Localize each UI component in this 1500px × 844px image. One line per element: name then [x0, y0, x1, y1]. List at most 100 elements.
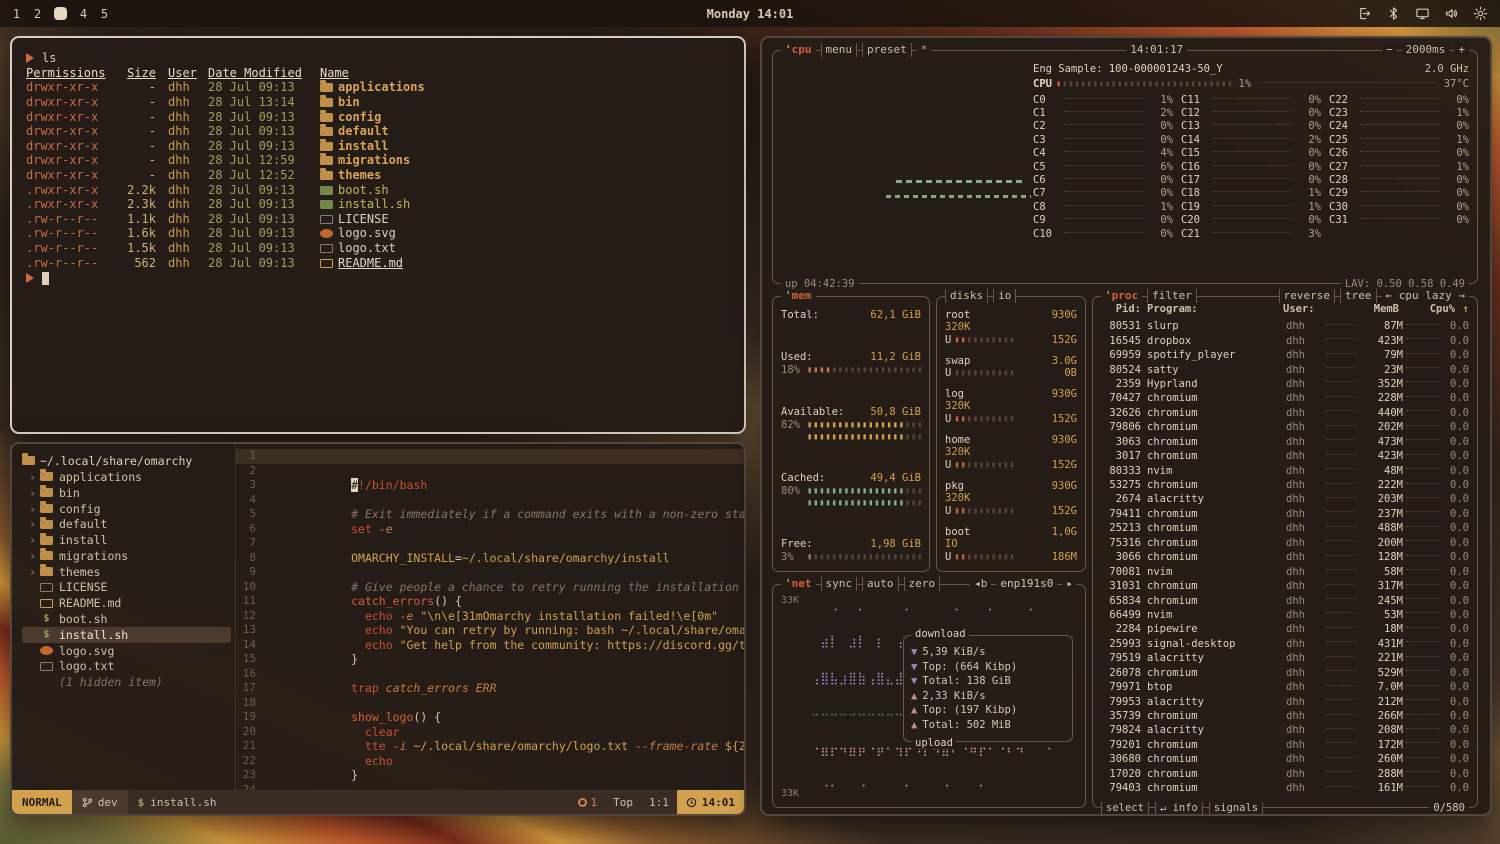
core-meter: C24 0% — [1329, 120, 1469, 133]
tree-item[interactable]: › themes — [22, 564, 231, 580]
process-row[interactable]: 66499 nvim dhh 53M 0.0 — [1101, 608, 1469, 622]
program-column-header[interactable]: Program: — [1147, 303, 1283, 315]
disks-tab[interactable]: disks — [945, 289, 988, 303]
tree-item[interactable]: (1 hidden item) — [22, 674, 231, 690]
process-row[interactable]: 2284 pipewire dhh 18M 0.0 — [1101, 622, 1469, 636]
proc-panel-title[interactable]: 'proc — [1101, 289, 1142, 303]
net-tab[interactable]: auto — [862, 577, 899, 591]
process-row[interactable]: 2674 alacritty dhh 203M 0.0 — [1101, 492, 1469, 506]
process-row[interactable]: 80333 nvim dhh 48M 0.0 — [1101, 463, 1469, 477]
process-user: dhh — [1286, 436, 1326, 448]
volume-icon[interactable] — [1444, 6, 1459, 21]
process-row[interactable]: 65834 chromium dhh 245M 0.0 — [1101, 593, 1469, 607]
process-row[interactable]: 79403 chromium dhh 161M 0.0 — [1101, 781, 1469, 795]
network-icon[interactable] — [1415, 6, 1430, 21]
tree-item[interactable]: README.md — [22, 595, 231, 611]
process-row[interactable]: 3017 chromium dhh 423M 0.0 — [1101, 449, 1469, 463]
prompt-line[interactable] — [26, 270, 730, 286]
reverse-button[interactable]: reverse — [1279, 289, 1335, 303]
process-row[interactable]: 79953 alacritty dhh 212M 0.0 — [1101, 694, 1469, 708]
process-row[interactable]: 31031 chromium dhh 317M 0.0 — [1101, 579, 1469, 593]
cpu-history-meter — [1406, 526, 1440, 527]
code-editor[interactable]: 1 #!/bin/bash 2 3 — [236, 444, 744, 790]
mem-column-header[interactable]: MemB — [1323, 303, 1399, 315]
code-line: 9 catch_errors() { — [236, 565, 744, 580]
workspace-button[interactable]: 1 — [12, 7, 21, 21]
core-percent: 0% — [1443, 94, 1469, 106]
process-row[interactable]: 17020 chromium dhh 288M 0.0 — [1101, 767, 1469, 781]
tree-item[interactable]: $ boot.sh — [22, 611, 231, 627]
process-row[interactable]: 70081 nvim dhh 58M 0.0 — [1101, 564, 1469, 578]
tree-item[interactable]: › install — [22, 532, 231, 548]
menu-button[interactable]: menu — [821, 43, 858, 57]
tree-item[interactable]: › config — [22, 501, 231, 517]
select-button[interactable]: select — [1101, 802, 1149, 814]
pid-column-header[interactable]: Pid: — [1101, 303, 1147, 315]
tree-item[interactable]: logo.txt — [22, 659, 231, 675]
user-column-header[interactable]: User: — [1283, 303, 1323, 315]
workspace-button[interactable] — [54, 7, 67, 20]
process-row[interactable]: 79519 alacritty dhh 221M 0.0 — [1101, 651, 1469, 665]
file-owner: dhh — [168, 212, 208, 227]
process-row[interactable]: 25993 signal-desktop dhh 431M 0.0 — [1101, 637, 1469, 651]
tree-item[interactable]: › default — [22, 516, 231, 532]
tree-item[interactable]: › migrations — [22, 548, 231, 564]
tree-item[interactable]: logo.svg — [22, 643, 231, 659]
info-button[interactable]: ↵ info — [1155, 802, 1203, 814]
cpu-history-meter — [1406, 656, 1440, 657]
cpu-column-header[interactable]: Cpu% — [1399, 303, 1455, 315]
process-row[interactable]: 79971 btop dhh 7.0M 0.0 — [1101, 680, 1469, 694]
settings-icon[interactable] — [1473, 6, 1488, 21]
tree-item[interactable]: LICENSE — [22, 580, 231, 596]
process-row[interactable]: 79411 chromium dhh 237M 0.0 — [1101, 507, 1469, 521]
net-tab[interactable]: zero — [904, 577, 941, 591]
process-row[interactable]: 70427 chromium dhh 228M 0.0 — [1101, 391, 1469, 405]
tree-root[interactable]: ~/.local/share/omarchy — [22, 452, 231, 469]
tree-item[interactable]: › bin — [22, 485, 231, 501]
process-mem: 423M — [1359, 335, 1403, 347]
next-interface-button[interactable]: ▸ — [1062, 577, 1077, 591]
workspace-button[interactable]: 4 — [79, 7, 88, 21]
process-row[interactable]: 75316 chromium dhh 200M 0.0 — [1101, 536, 1469, 550]
interval-increase-button[interactable]: + — [1454, 43, 1469, 57]
process-row[interactable]: 32626 chromium dhh 440M 0.0 — [1101, 406, 1469, 420]
signals-button[interactable]: signals — [1209, 802, 1263, 814]
process-row[interactable]: 25213 chromium dhh 488M 0.0 — [1101, 521, 1469, 535]
process-row[interactable]: 69959 spotify_player dhh 79M 0.0 — [1101, 348, 1469, 362]
process-row[interactable]: 79806 chromium dhh 202M 0.0 — [1101, 420, 1469, 434]
net-panel-title[interactable]: 'net — [781, 577, 816, 591]
tree-item[interactable]: › applications — [22, 469, 231, 485]
process-name: chromium — [1147, 421, 1286, 433]
workspace-button[interactable]: 5 — [100, 7, 109, 21]
prev-interface-button[interactable]: ◂b — [970, 577, 991, 591]
process-row[interactable]: 2359 Hyprland dhh 352M 0.0 — [1101, 377, 1469, 391]
process-row[interactable]: 80524 satty dhh 23M 0.0 — [1101, 362, 1469, 376]
process-row[interactable]: 80531 slurp dhh 87M 0.0 — [1101, 319, 1469, 333]
preset-button[interactable]: preset — [862, 43, 912, 57]
process-row[interactable]: 26078 chromium dhh 529M 0.0 — [1101, 666, 1469, 680]
workspace-button[interactable]: 2 — [33, 7, 42, 21]
process-row[interactable]: 79824 alacritty dhh 208M 0.0 — [1101, 723, 1469, 737]
neovim-window: ~/.local/share/omarchy › applications › … — [10, 442, 746, 816]
net-tab[interactable]: sync — [821, 577, 858, 591]
cpu-panel-title[interactable]: 'cpu — [781, 43, 816, 57]
tree-item[interactable]: $ install.sh — [22, 627, 231, 643]
process-row[interactable]: 79201 chromium dhh 172M 0.0 — [1101, 738, 1469, 752]
bluetooth-icon[interactable] — [1386, 6, 1401, 21]
process-row[interactable]: 3066 chromium dhh 128M 0.0 — [1101, 550, 1469, 564]
interval-decrease-button[interactable]: − — [1382, 43, 1397, 57]
process-user: dhh — [1286, 667, 1326, 679]
process-user: dhh — [1286, 566, 1326, 578]
mem-panel-title[interactable]: 'mem — [781, 289, 816, 303]
process-row[interactable]: 30680 chromium dhh 260M 0.0 — [1101, 752, 1469, 766]
tree-button[interactable]: tree — [1340, 289, 1377, 303]
filter-button[interactable]: filter — [1147, 289, 1197, 303]
io-tab[interactable]: io — [993, 289, 1016, 303]
process-user: dhh — [1286, 522, 1326, 534]
process-row[interactable]: 3063 chromium dhh 473M 0.0 — [1101, 435, 1469, 449]
sort-column-switcher[interactable]: ← cpu lazy → — [1382, 289, 1469, 303]
process-row[interactable]: 35739 chromium dhh 266M 0.0 — [1101, 709, 1469, 723]
process-row[interactable]: 53275 chromium dhh 222M 0.0 — [1101, 478, 1469, 492]
logout-icon[interactable] — [1357, 6, 1372, 21]
process-row[interactable]: 16545 dropbox dhh 423M 0.0 — [1101, 333, 1469, 347]
